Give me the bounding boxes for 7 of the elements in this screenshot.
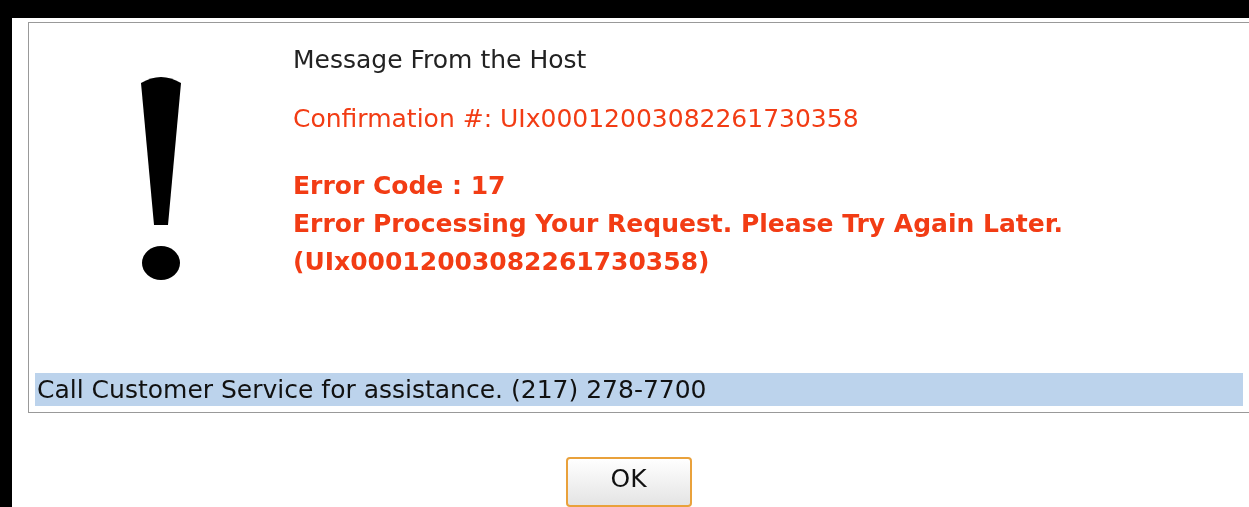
confirmation-number: Confirmation #: UIx00012003082261730358 <box>293 104 860 133</box>
ok-button[interactable]: OK <box>565 457 692 507</box>
error-code: Error Code : 17 <box>293 170 507 202</box>
error-message: Error Processing Your Request. Please Try Again Later. (UIx00012003082261730358) <box>293 208 1065 278</box>
exclamation-icon <box>138 75 184 281</box>
customer-service-note: Call Customer Service for assistance. (217) 278-7700 <box>35 373 1243 406</box>
message-title: Message From the Host <box>293 45 588 74</box>
